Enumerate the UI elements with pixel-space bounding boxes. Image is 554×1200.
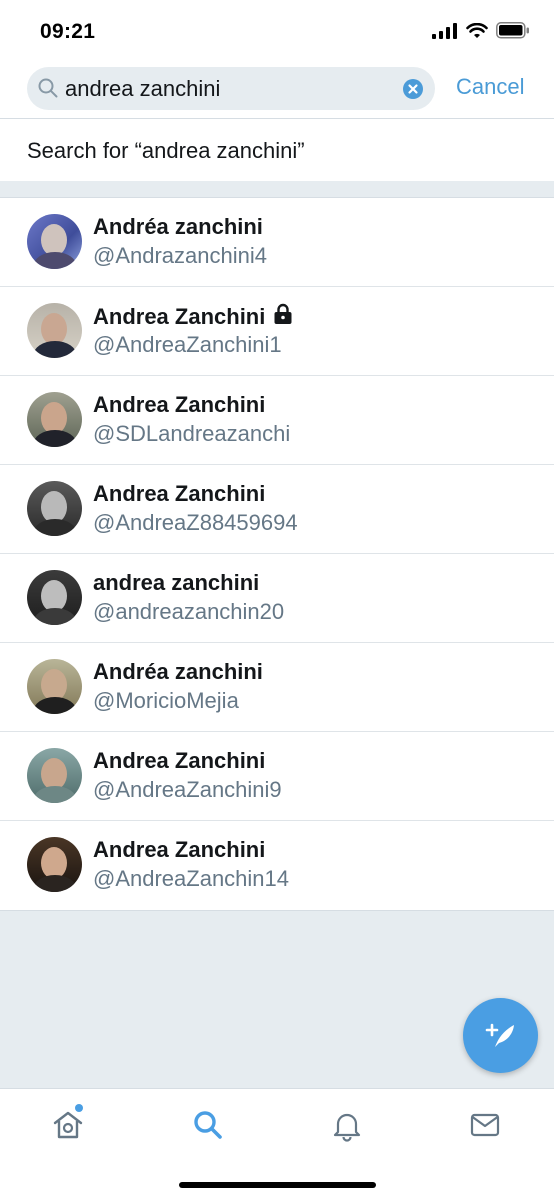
result-name: Andrea Zanchini (93, 303, 293, 331)
result-name: Andréa zanchini (93, 659, 263, 684)
avatar[interactable] (27, 392, 82, 447)
result-row[interactable]: Andréa zanchini @MoricioMejia (0, 643, 554, 732)
home-icon (50, 1111, 86, 1147)
clear-icon[interactable] (403, 79, 423, 99)
avatar[interactable] (27, 570, 82, 625)
mail-icon (467, 1113, 503, 1147)
bell-icon (329, 1113, 365, 1147)
search-for-label: Search for “andrea zanchini” (27, 138, 305, 163)
home-indicator[interactable] (179, 1182, 376, 1188)
result-row[interactable]: Andrea Zanchini @SDLandreazanchi (0, 376, 554, 465)
result-handle: @AndreaZanchin14 (93, 866, 290, 891)
avatar[interactable] (27, 659, 82, 714)
result-name: andrea zanchini (93, 570, 260, 595)
result-handle: @SDLandreazanchi (93, 421, 291, 446)
battery-icon (496, 22, 530, 44)
result-row[interactable]: Andrea Zanchini @AndreaZanchini1 (0, 287, 554, 376)
result-name: Andrea Zanchini (93, 392, 266, 417)
search-for-row[interactable]: Search for “andrea zanchini” (0, 118, 554, 181)
result-name: Andrea Zanchini (93, 481, 266, 506)
search-box[interactable] (27, 67, 435, 110)
result-handle: @AndreaZ88459694 (93, 510, 298, 535)
avatar[interactable] (27, 837, 82, 892)
lock-icon (273, 303, 293, 331)
avatar[interactable] (27, 748, 82, 803)
result-row[interactable]: Andréa zanchini @Andrazanchini4 (0, 198, 554, 287)
status-time: 09:21 (40, 20, 96, 43)
wifi-icon (466, 22, 488, 44)
avatar[interactable] (27, 303, 82, 358)
tab-search[interactable] (190, 1107, 230, 1147)
status-icons (432, 22, 530, 44)
result-handle: @andreazanchin20 (93, 599, 285, 624)
notification-dot (75, 1104, 83, 1112)
search-tab-icon (190, 1111, 226, 1147)
result-name: Andrea Zanchini (93, 837, 266, 862)
tab-home[interactable] (50, 1104, 90, 1147)
result-row[interactable]: andrea zanchini @andreazanchin20 (0, 554, 554, 643)
status-bar: 09:21 (0, 0, 554, 62)
result-name: Andréa zanchini (93, 214, 263, 239)
result-handle: @MoricioMejia (93, 688, 239, 713)
result-row[interactable]: Andrea Zanchini @AndreaZ88459694 (0, 465, 554, 554)
signal-icon (432, 22, 458, 44)
result-handle: @Andrazanchini4 (93, 243, 267, 268)
result-row[interactable]: Andrea Zanchini @AndreaZanchin14 (0, 821, 554, 910)
tab-messages[interactable] (467, 1107, 507, 1147)
search-icon (38, 78, 58, 103)
search-input[interactable] (65, 67, 390, 110)
avatar[interactable] (27, 214, 82, 269)
result-handle: @AndreaZanchini1 (93, 332, 282, 357)
avatar[interactable] (27, 481, 82, 536)
search-header: Cancel (0, 62, 554, 118)
compose-tweet-button[interactable] (463, 998, 538, 1073)
result-handle: @AndreaZanchini9 (93, 777, 282, 802)
tab-notifications[interactable] (329, 1107, 369, 1147)
result-row[interactable]: Andrea Zanchini @AndreaZanchini9 (0, 732, 554, 821)
results-list: Andréa zanchini @Andrazanchini4 Andrea Z… (0, 197, 554, 911)
cancel-button[interactable]: Cancel (456, 74, 524, 100)
result-name: Andrea Zanchini (93, 748, 266, 773)
